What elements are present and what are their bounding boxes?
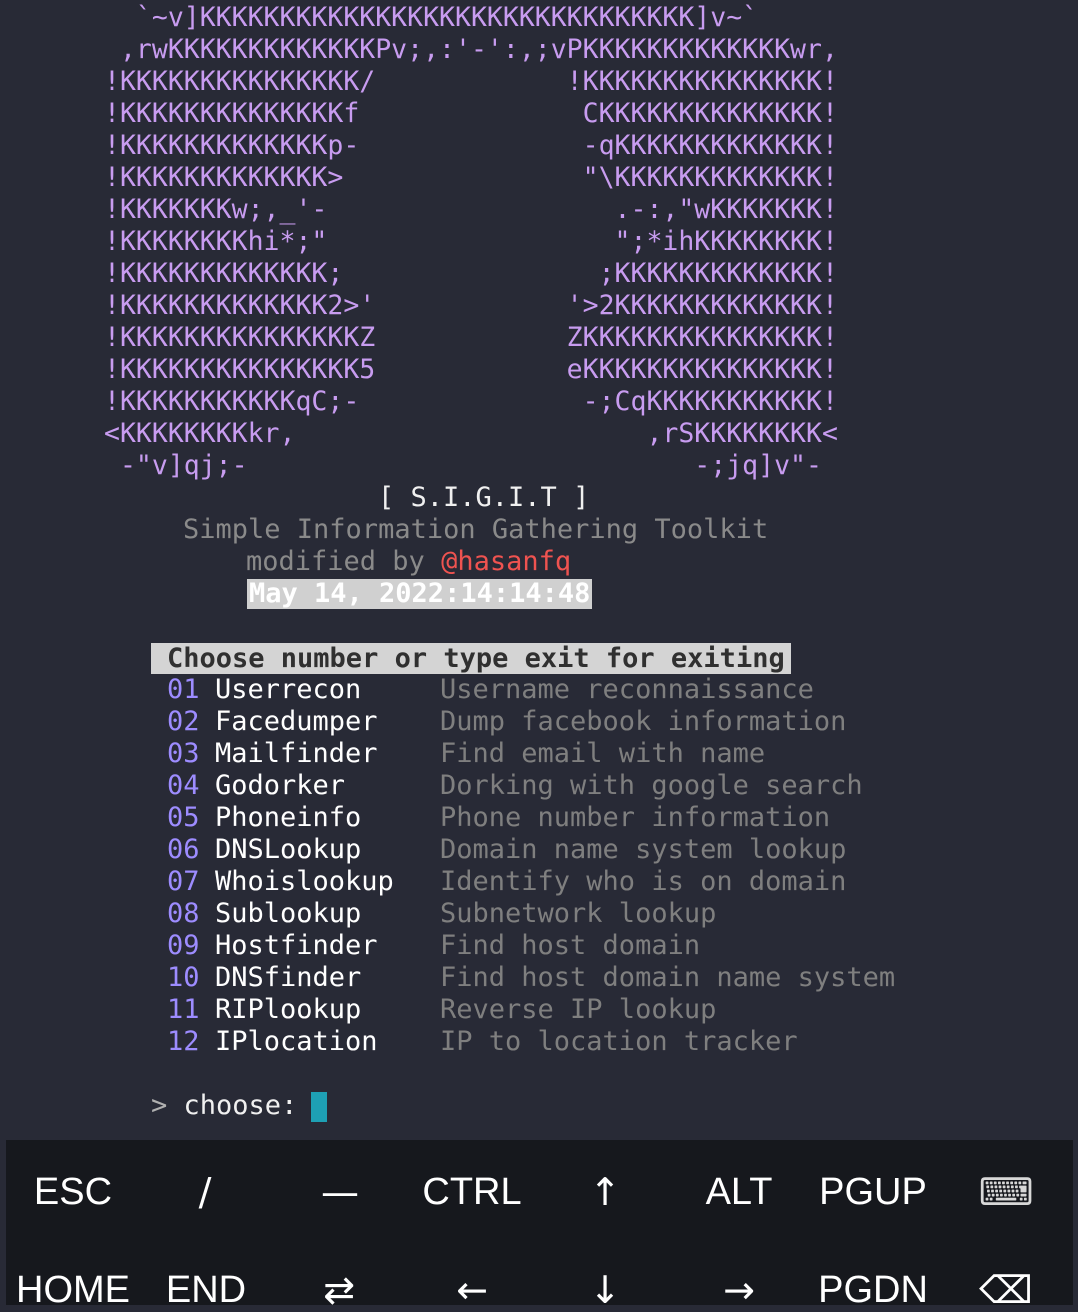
modified-by-label: modified by [246,546,442,577]
menu-item-number: 07 [167,866,200,897]
prompt-symbol: > [151,1090,168,1121]
menu-item-description: Subnetwork lookup [440,898,717,929]
tab-key-icon[interactable]: ⇄ [279,1268,399,1312]
menu-item-number: 01 [167,674,200,705]
modified-by-line: modified by @hasanfq [246,546,571,578]
menu-item-description: Find host domain [440,930,701,961]
text-cursor [311,1092,327,1122]
arrow-left-key[interactable]: ← [412,1268,532,1312]
menu-item-name: RIPlookup [215,994,362,1025]
dash-key[interactable]: — [280,1170,400,1214]
esc-key[interactable]: ESC [13,1170,133,1214]
keyboard-toggle-icon[interactable]: ⌨ [946,1170,1066,1214]
menu-item-number: 03 [167,738,200,769]
app-subtitle: Simple Information Gathering Toolkit [183,514,769,545]
slash-key[interactable]: / [145,1170,265,1214]
alt-key[interactable]: ALT [679,1170,799,1214]
menu-item-description: Identify who is on domain [440,866,847,897]
arrow-up-key[interactable]: ↑ [545,1170,665,1214]
backspace-icon[interactable]: ⌫ [946,1268,1066,1312]
menu-item-number: 04 [167,770,200,801]
menu-item-name: Mailfinder [215,738,378,769]
arrow-down-key[interactable]: ↓ [545,1268,665,1312]
app-title: [ S.I.G.I.T ] [378,482,590,513]
menu-item-number: 08 [167,898,200,929]
menu-item-name: Phoneinfo [215,802,362,833]
menu-item-name: Whoislookup [215,866,394,897]
menu-item-description: Find email with name [440,738,766,769]
choose-label: choose: [183,1090,298,1121]
menu-item-name: Userrecon [215,674,362,705]
menu-item-name: IPlocation [215,1026,378,1057]
menu-item-name: DNSfinder [215,962,362,993]
author-handle: @hasanfq [441,546,572,577]
extra-keys-bar: ESC / — CTRL ↑ ALT PGUP ⌨ HOME END ⇄ ← ↓… [6,1140,1073,1312]
terminal-screen[interactable]: `~v]KKKKKKKKKKKKKKKKKKKKKKKKKKKKKKK]v~` … [0,0,1078,1140]
menu-item-name: Hostfinder [215,930,378,961]
ascii-art-logo: `~v]KKKKKKKKKKKKKKKKKKKKKKKKKKKKKKK]v~` … [104,2,838,481]
menu-item-name: DNSLookup [215,834,362,865]
menu-item-number: 05 [167,802,200,833]
menu-item-description: Domain name system lookup [440,834,847,865]
menu-item-number: 12 [167,1026,200,1057]
pgup-key[interactable]: PGUP [813,1170,933,1214]
menu-item-number: 09 [167,930,200,961]
menu-item-name: Godorker [215,770,346,801]
menu-prompt: Choose number or type exit for exiting [151,643,791,674]
pgdn-key[interactable]: PGDN [813,1268,933,1312]
home-key[interactable]: HOME [13,1268,133,1312]
menu-item-number: 10 [167,962,200,993]
menu-item-description: Username reconnaissance [440,674,814,705]
menu-item-name: Facedumper [215,706,378,737]
menu-item-number: 06 [167,834,200,865]
menu-item-description: Dump facebook information [440,706,847,737]
menu-item-number: 02 [167,706,200,737]
menu-item-description: Find host domain name system [440,962,896,993]
menu-item-description: Dorking with google search [440,770,863,801]
end-key[interactable]: END [146,1268,266,1312]
command-input-line[interactable]: > choose: [151,1090,297,1122]
arrow-right-key[interactable]: → [679,1268,799,1312]
menu-item-description: Phone number information [440,802,831,833]
menu-item-description: IP to location tracker [440,1026,798,1057]
menu-item-number: 11 [167,994,200,1025]
datetime-badge: May 14, 2022:14:14:48 [247,578,593,609]
menu-item-name: Sublookup [215,898,362,929]
ctrl-key[interactable]: CTRL [412,1170,532,1214]
menu-item-description: Reverse IP lookup [440,994,717,1025]
